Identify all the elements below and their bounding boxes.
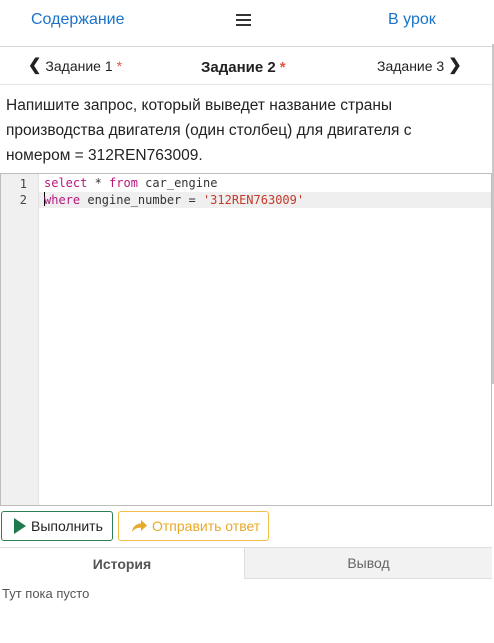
current-task-star: * — [279, 59, 286, 76]
task-navigation: ❮ Задание 1 * Задание 2 * Задание 3 ❯ — [0, 48, 494, 84]
next-task-link[interactable]: Задание 3 ❯ — [377, 57, 462, 75]
sql-keyword: select — [44, 176, 88, 190]
hamburger-icon[interactable] — [236, 13, 252, 27]
prev-task-link[interactable]: ❮ Задание 1 * — [28, 57, 123, 75]
run-label: Выполнить — [31, 518, 103, 534]
sql-string: '312REN763009' — [202, 193, 305, 207]
next-task-label: Задание 3 — [377, 58, 445, 74]
divider — [0, 84, 494, 85]
result-tabs: История Вывод — [0, 547, 492, 579]
top-navigation: Содержание В урок — [0, 0, 494, 44]
chevron-left-icon: ❮ — [28, 57, 42, 74]
tab-output[interactable]: Вывод — [244, 548, 492, 579]
lesson-link[interactable]: В урок — [388, 11, 436, 29]
prev-task-label: Задание 1 — [45, 58, 113, 74]
current-task-label: Задание 2 — [201, 59, 276, 76]
prev-task-star: * — [116, 58, 123, 74]
code-line-2[interactable]: where engine_number = '312REN763009' — [44, 192, 304, 207]
sql-editor[interactable]: 1 2 select * from car_engine where engin… — [0, 173, 492, 506]
history-empty-message: Тут пока пусто — [2, 586, 90, 601]
contents-link[interactable]: Содержание — [31, 11, 125, 29]
editor-gutter: 1 2 — [1, 174, 39, 505]
current-task-title: Задание 2 * — [201, 59, 286, 76]
play-icon — [14, 518, 26, 534]
code-text: * — [87, 176, 110, 190]
line-number: 2 — [19, 193, 27, 207]
chevron-right-icon: ❯ — [448, 57, 462, 74]
submit-answer-button[interactable]: Отправить ответ — [118, 511, 269, 541]
task-question: Напишите запрос, который выведет названи… — [6, 97, 412, 164]
code-text: engine_number = — [80, 193, 203, 207]
share-arrow-icon — [132, 520, 147, 532]
submit-answer-label: Отправить ответ — [152, 518, 261, 534]
tab-history[interactable]: История — [0, 548, 244, 579]
run-button[interactable]: Выполнить — [1, 511, 113, 541]
sql-keyword: from — [109, 176, 138, 190]
code-line-1[interactable]: select * from car_engine — [44, 176, 217, 190]
divider — [0, 46, 494, 47]
sql-keyword: where — [44, 193, 81, 207]
code-text: car_engine — [137, 176, 218, 190]
line-number: 1 — [19, 177, 27, 191]
